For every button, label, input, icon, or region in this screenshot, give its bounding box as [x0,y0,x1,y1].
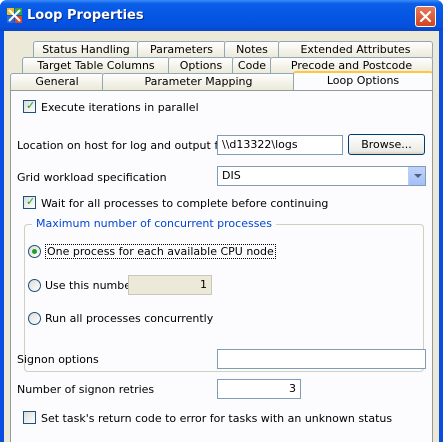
tab-options[interactable]: Options [168,57,234,74]
dialog-client-area: Status Handling Parameters Notes Extende… [4,31,439,442]
tab-loop-options[interactable]: Loop Options [293,71,433,90]
loop-app-icon [7,8,22,23]
radio-use-number[interactable] [28,279,41,292]
radio-one-per-cpu-label: One process for each available CPU node [45,244,276,259]
execute-parallel-label: Execute iterations in parallel [41,101,199,114]
grid-workload-label: Grid workload specification [17,171,167,184]
tab-extended-attributes[interactable]: Extended Attributes [278,41,433,58]
tab-label: Notes [236,43,268,56]
set-return-code-checkbox[interactable] [23,411,36,424]
title-bar[interactable]: Loop Properties [0,0,443,31]
grid-workload-select[interactable]: DIS [217,166,426,186]
tab-label: Options [179,59,223,72]
radio-run-all[interactable] [28,312,41,325]
signon-retries-label: Number of signon retries [17,383,155,396]
radio-run-all-label: Run all processes concurrently [45,312,214,325]
set-return-code-label: Set task's return code to error for task… [41,412,393,425]
radio-selected-dot [32,249,37,254]
grid-workload-value: DIS [222,169,241,182]
signon-options-input[interactable] [217,349,426,369]
location-input[interactable]: \\d13322\logs [217,135,343,155]
radio-use-number-label: Use this number [45,279,136,292]
chevron-down-icon[interactable] [408,167,425,185]
close-button[interactable] [415,6,436,27]
tab-general[interactable]: General [10,73,104,90]
window-title: Loop Properties [27,8,144,23]
tab-label: Target Table Columns [37,59,155,72]
loop-properties-window: Loop Properties Status Handling Paramete… [0,0,443,442]
location-label: Location on host for log and output file… [17,139,237,152]
radio-one-per-cpu[interactable] [28,245,41,258]
use-number-input[interactable]: 1 [128,275,212,295]
check-icon: ✓ [26,99,36,112]
check-icon: ✓ [26,195,36,208]
tab-target-table-columns[interactable]: Target Table Columns [22,57,170,74]
wait-all-label: Wait for all processes to complete befor… [41,197,329,210]
tab-label: Parameter Mapping [144,75,253,88]
tab-label: Status Handling [42,43,130,56]
close-icon [419,10,432,23]
execute-parallel-checkbox[interactable]: ✓ [23,99,36,113]
max-concurrent-title: Maximum number of concurrent processes [32,217,276,230]
tab-notes[interactable]: Notes [224,41,280,58]
tab-label: Extended Attributes [300,43,411,56]
browse-button[interactable]: Browse... [348,134,425,155]
tab-parameter-mapping[interactable]: Parameter Mapping [102,73,295,90]
loop-options-panel: ✓ Execute iterations in parallel Locatio… [10,90,433,442]
radio-label-text: One process for each available CPU node [45,244,276,259]
tab-label: Loop Options [326,74,400,87]
signon-retries-input[interactable]: 3 [217,379,301,399]
tab-label: Parameters [150,43,213,56]
wait-all-checkbox[interactable]: ✓ [23,195,36,209]
tab-code[interactable]: Code [232,57,272,74]
tab-label: Code [237,59,267,72]
tab-status-handling[interactable]: Status Handling [33,41,139,58]
signon-options-label: Signon options [17,353,99,366]
tab-parameters[interactable]: Parameters [137,41,226,58]
tab-label: General [35,75,79,88]
